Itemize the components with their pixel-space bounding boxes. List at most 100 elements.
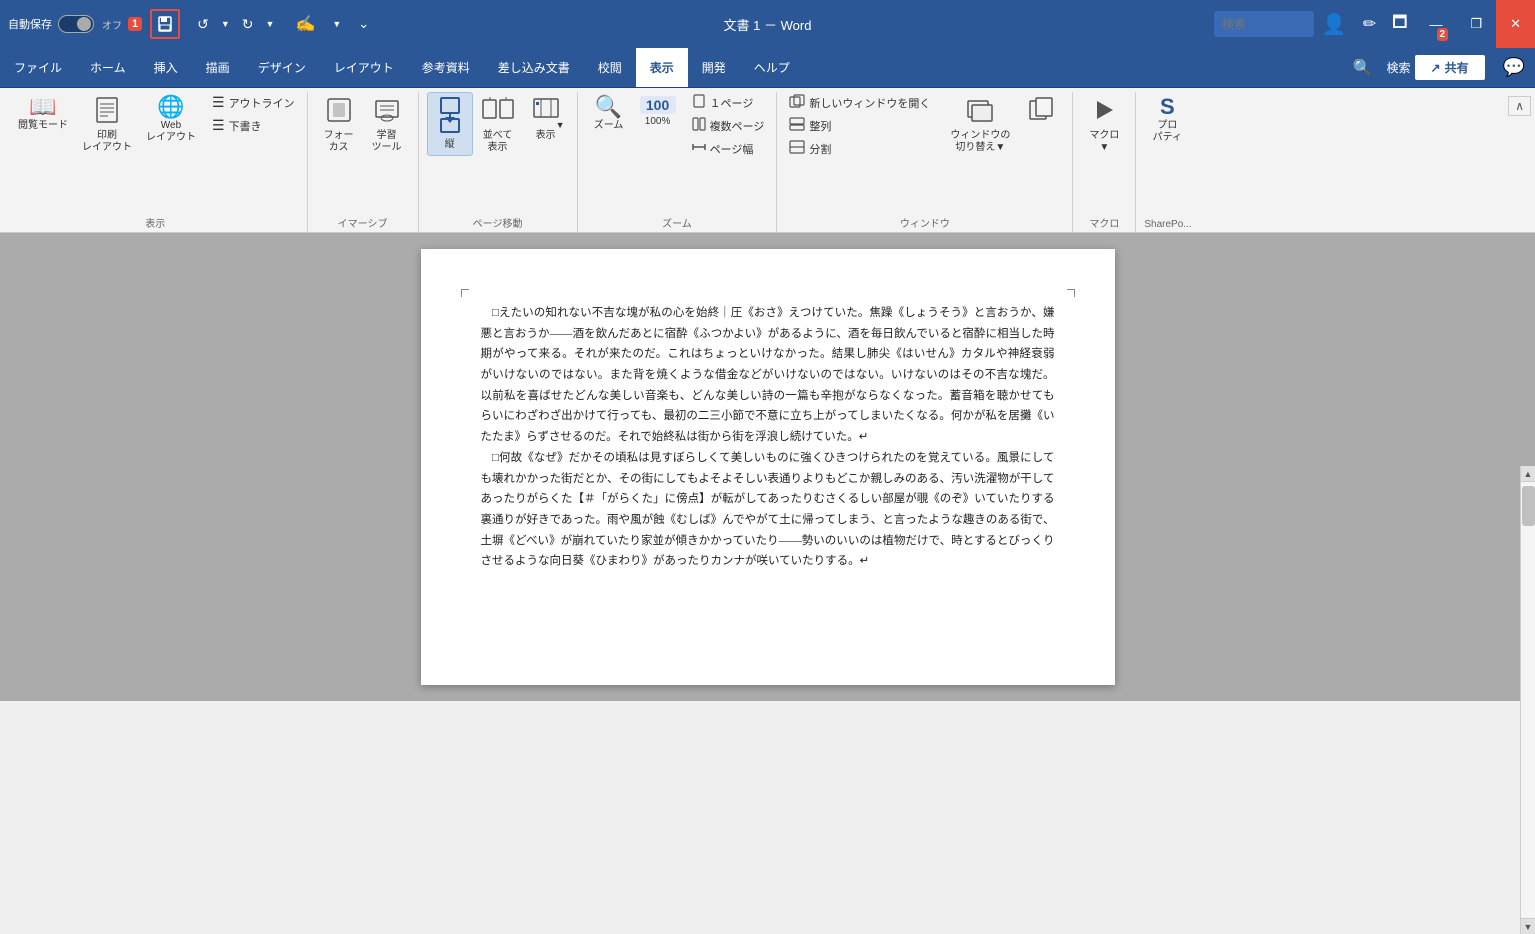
close-button[interactable]: ✕	[1496, 0, 1535, 48]
titlebar-left: 自動保存 オフ 1 ↺ ▼ ↻ ▼ ✍ ▼ ⌄	[0, 9, 377, 39]
menu-mailings[interactable]: 差し込み文書	[484, 48, 584, 87]
vertical-label: 縦	[445, 139, 455, 151]
zoom-100-label: 100%	[645, 116, 671, 128]
vertical-scrollbar[interactable]: ▲ ▼	[1520, 466, 1535, 934]
arrange-icon	[789, 117, 805, 134]
scroll-down-button[interactable]: ▼	[1521, 918, 1535, 934]
web-layout-btn[interactable]: 🌐 Web レイアウト	[140, 92, 202, 148]
restore-button[interactable]: ❐	[1456, 0, 1496, 48]
redo-dropdown-button[interactable]: ▼	[261, 15, 280, 33]
print-layout-btn[interactable]: 印刷 レイアウト	[76, 92, 138, 158]
side-by-side-btn[interactable]: 並べて 表示	[475, 92, 521, 158]
one-page-label: １ページ	[710, 95, 754, 111]
focus-label: フォー カス	[324, 130, 354, 154]
minimize-button[interactable]: —	[1415, 0, 1456, 48]
zoom-label: ズーム	[594, 120, 624, 132]
ribbon-group-immersive-content: フォー カス 学習 ツール	[316, 92, 410, 213]
ribbon-group-macro: マクロ ▼ マクロ	[1073, 92, 1136, 232]
reading-mode-label: 閲覧モード	[18, 120, 68, 132]
print-layout-label: 印刷 レイアウト	[82, 130, 132, 154]
switch-window-btn[interactable]: ウィンドウの 切り替え▼	[944, 92, 1016, 158]
comment-button[interactable]: 💬	[1493, 53, 1535, 82]
side-by-side-icon	[482, 96, 514, 128]
one-page-btn[interactable]: １ページ	[688, 92, 769, 113]
new-window-btn[interactable]: 新しいウィンドウを開く	[785, 92, 934, 113]
menu-draw[interactable]: 描画	[192, 48, 244, 87]
badge-2: 2	[1437, 28, 1449, 41]
ribbon-group-window-label: ウィンドウ	[785, 213, 1064, 232]
split-label: 分割	[809, 141, 831, 157]
qa-dropdown-button[interactable]: ▼	[327, 15, 346, 33]
menubar-right: 🔍 検索 ↗ 共有 💬	[1339, 48, 1535, 87]
undo-dropdown-button[interactable]: ▼	[216, 15, 235, 33]
ribbon-collapse-area: ∧	[1508, 92, 1531, 232]
learning-tools-btn[interactable]: 学習 ツール	[364, 92, 410, 158]
quick-access-button[interactable]: ⌄	[350, 12, 377, 36]
draft-btn[interactable]: ☰ 下書き	[208, 115, 299, 136]
one-page-icon	[692, 94, 706, 111]
vertical-btn[interactable]: 縦	[427, 92, 473, 156]
copy-window-icon	[1027, 96, 1055, 128]
redo-button[interactable]: ↻	[237, 12, 259, 37]
scroll-up-button[interactable]: ▲	[1521, 466, 1535, 482]
multi-page-btn[interactable]: 複数ページ	[688, 115, 769, 136]
zoom-100-btn[interactable]: 100 100%	[634, 92, 682, 132]
properties-btn[interactable]: S プロ パティ	[1144, 92, 1190, 148]
feedback-button[interactable]: 🗖	[1384, 7, 1415, 42]
user-profile-button[interactable]: 👤	[1314, 8, 1355, 41]
vertical-icon	[436, 97, 464, 137]
pen-icon-button[interactable]: ✏	[1355, 10, 1384, 38]
properties-label: プロ パティ	[1153, 120, 1182, 144]
titlebar-right: 👤 ✏ 🗖 — ❐ 2 ✕	[1214, 0, 1535, 48]
touch-draw-button[interactable]: ✍	[287, 10, 323, 38]
menu-design[interactable]: デザイン	[244, 48, 320, 87]
document-text[interactable]: □えたいの知れない不吉な塊が私の心を始終｜圧《おさ》えつけていた。焦躁《しょうそ…	[481, 303, 1055, 572]
ribbon-collapse-btn[interactable]: ∧	[1508, 96, 1531, 116]
window-small-group: 新しいウィンドウを開く 整列 分割	[785, 92, 934, 159]
menu-file[interactable]: ファイル	[0, 48, 76, 87]
side-by-side-label: 並べて 表示	[483, 130, 513, 154]
multi-page-icon	[692, 117, 706, 134]
new-window-icon	[789, 94, 805, 111]
split-btn[interactable]: 分割	[785, 138, 934, 159]
macro-label: マクロ ▼	[1089, 130, 1119, 154]
zoom-icon: 🔍	[595, 96, 622, 118]
scroll-thumb[interactable]	[1522, 486, 1535, 526]
menu-review[interactable]: 校閲	[584, 48, 636, 87]
reading-mode-icon: 📖	[29, 96, 56, 118]
multi-page-label: 複数ページ	[710, 118, 765, 134]
zoom-btn[interactable]: 🔍 ズーム	[586, 92, 632, 136]
ribbon-group-view-content: 📖 閲覧モード 印刷 レイアウト	[12, 92, 299, 213]
title-search-input[interactable]	[1214, 11, 1314, 37]
autosave-label: 自動保存	[8, 16, 52, 32]
outline-btn[interactable]: ☰ アウトライン	[208, 92, 299, 113]
autosave-toggle[interactable]	[58, 15, 94, 33]
search-menu-button[interactable]: 🔍	[1339, 58, 1387, 78]
menu-view[interactable]: 表示	[636, 48, 688, 87]
undo-button[interactable]: ↺	[192, 12, 214, 37]
display-btn[interactable]: 表示 ▼	[523, 92, 569, 146]
menubar: ファイル ホーム 挿入 描画 デザイン レイアウト 参考資料 差し込み文書 校閲…	[0, 48, 1535, 88]
web-layout-icon: 🌐	[157, 96, 184, 118]
page-width-label: ページ幅	[710, 141, 754, 157]
menu-dev[interactable]: 開発	[688, 48, 740, 87]
menu-help[interactable]: ヘルプ	[740, 48, 804, 87]
menu-references[interactable]: 参考資料	[408, 48, 484, 87]
arrange-btn[interactable]: 整列	[785, 115, 934, 136]
copy-window-btn[interactable]	[1018, 92, 1064, 134]
macro-btn[interactable]: マクロ ▼	[1081, 92, 1127, 158]
learning-tools-label: 学習 ツール	[372, 130, 402, 154]
share-button[interactable]: ↗ 共有	[1415, 55, 1485, 80]
ribbon-content: 📖 閲覧モード 印刷 レイアウト	[0, 88, 1535, 232]
reading-mode-btn[interactable]: 📖 閲覧モード	[12, 92, 74, 136]
ribbon-group-page-move-label: ページ移動	[427, 213, 569, 232]
menu-layout[interactable]: レイアウト	[320, 48, 408, 87]
window-title: 文書 1 － Word	[724, 15, 812, 34]
ribbon-group-sharepoint: S プロ パティ SharePo...	[1136, 92, 1199, 232]
menu-insert[interactable]: 挿入	[140, 48, 192, 87]
page-width-btn[interactable]: ページ幅	[688, 138, 769, 159]
focus-btn[interactable]: フォー カス	[316, 92, 362, 158]
menu-home[interactable]: ホーム	[76, 48, 140, 87]
autosave-state: オフ	[102, 17, 122, 32]
save-button[interactable]	[150, 9, 180, 39]
